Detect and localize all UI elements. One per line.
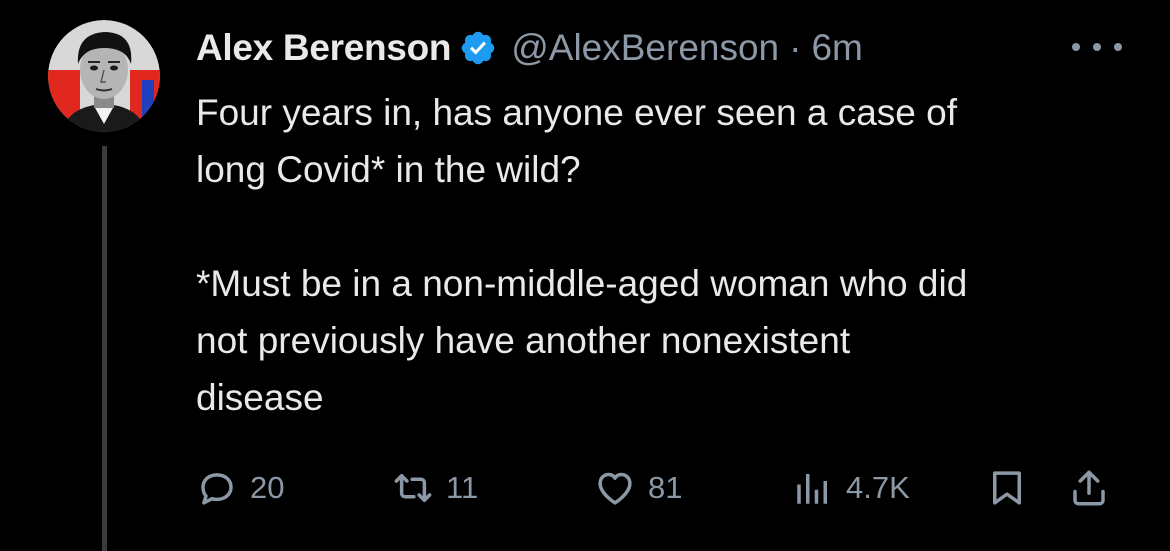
tweet-text-line: disease [196, 377, 324, 418]
heart-icon [594, 467, 636, 509]
author-name[interactable]: Alex Berenson [196, 27, 452, 69]
bookmark-icon [986, 467, 1028, 509]
tweet-text-line: *Must be in a non-middle-aged woman who … [196, 263, 968, 304]
more-options-icon[interactable] [1072, 32, 1122, 62]
tweet[interactable]: Alex Berenson @AlexBerenson · 6m Four ye… [0, 0, 1170, 551]
author-handle[interactable]: @AlexBerenson [511, 27, 779, 69]
share-icon [1068, 467, 1110, 509]
views-button[interactable]: 4.7K [792, 458, 910, 518]
like-count: 81 [648, 470, 683, 505]
timestamp[interactable]: 6m [811, 27, 862, 69]
tweet-text: Four years in, has anyone ever seen a ca… [196, 84, 1136, 426]
tweet-text-line: Four years in, has anyone ever seen a ca… [196, 92, 957, 133]
avatar[interactable] [48, 20, 160, 132]
repost-icon [392, 467, 434, 509]
views-count: 4.7K [846, 470, 910, 505]
separator-dot: · [789, 27, 802, 68]
repost-button[interactable]: 11 [392, 458, 478, 518]
bookmark-button[interactable] [986, 458, 1028, 518]
thread-line [102, 146, 107, 551]
like-button[interactable]: 81 [594, 458, 682, 518]
repost-count: 11 [446, 470, 479, 505]
reply-count: 20 [250, 470, 285, 505]
tweet-text-line: not previously have another nonexistent [196, 320, 851, 361]
share-button[interactable] [1068, 458, 1110, 518]
tweet-header: Alex Berenson @AlexBerenson · 6m [196, 24, 863, 72]
reply-icon [196, 467, 238, 509]
verified-badge-icon [459, 29, 497, 67]
reply-button[interactable]: 20 [196, 458, 284, 518]
views-icon [792, 467, 834, 509]
tweet-text-line: long Covid* in the wild? [196, 149, 581, 190]
action-bar: 20 11 81 4.7K [196, 458, 1126, 518]
